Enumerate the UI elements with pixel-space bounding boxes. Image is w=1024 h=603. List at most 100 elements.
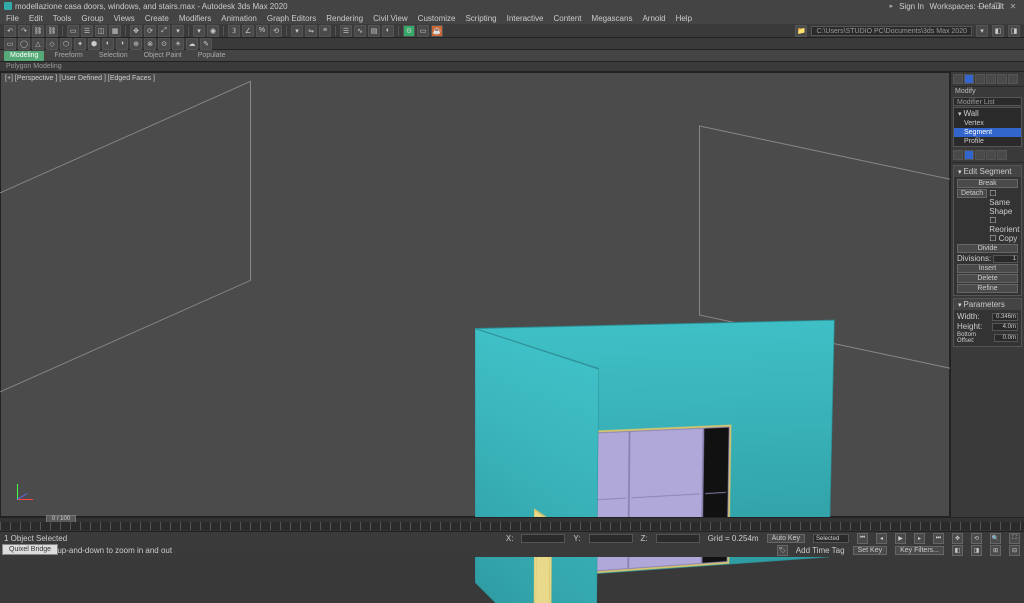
refcoord-icon[interactable]: ▾ (193, 25, 205, 37)
rollout-title[interactable]: ▾ Edit Segment (954, 166, 1021, 177)
t2-6-icon[interactable]: ✦ (74, 38, 86, 50)
viewport-label[interactable]: [+] [Perspective ] [User Defined ] [Edge… (5, 75, 155, 82)
pin-stack-icon[interactable] (953, 150, 963, 160)
t2-9-icon[interactable]: ◑ (116, 38, 128, 50)
signin-area[interactable]: ▸ Sign In (890, 0, 924, 12)
timeline-ruler[interactable] (0, 522, 1024, 530)
create-tab-icon[interactable] (953, 74, 963, 84)
nav-orbit-icon[interactable]: ⟲ (971, 533, 982, 544)
t2-13-icon[interactable]: ☀ (172, 38, 184, 50)
menu-file[interactable]: File (6, 14, 19, 23)
x-coord-input[interactable] (521, 534, 565, 543)
menu-rendering[interactable]: Rendering (326, 14, 363, 23)
detach-copy-checkbox[interactable]: ☐ Copy (989, 234, 1019, 243)
timetag-icon[interactable]: 🏷 (777, 545, 788, 556)
t2-8-icon[interactable]: ◐ (102, 38, 114, 50)
project-path[interactable]: C:\Users\STUDIO PC\Documents\3ds Max 202… (811, 26, 972, 36)
percent-snap-icon[interactable]: % (256, 25, 268, 37)
t2-1-icon[interactable]: ▭ (4, 38, 16, 50)
ribbon-panel-label[interactable]: Polygon Modeling (0, 62, 1024, 72)
path-dropdown-icon[interactable]: ▾ (976, 25, 988, 37)
nav2-3-icon[interactable]: ⊞ (990, 545, 1001, 556)
spinner-snap-icon[interactable]: ⟲ (270, 25, 282, 37)
configure-sets-icon[interactable] (997, 150, 1007, 160)
delete-button[interactable]: Delete (957, 274, 1018, 283)
insert-button[interactable]: Insert (957, 264, 1018, 273)
menu-tools[interactable]: Tools (53, 14, 72, 23)
curve-editor-icon[interactable]: ∿ (354, 25, 366, 37)
stack-subobj-profile[interactable]: Profile (954, 137, 1021, 146)
y-coord-input[interactable] (589, 534, 633, 543)
play-icon[interactable]: ▶ (895, 533, 906, 544)
redo-icon[interactable]: ↷ (18, 25, 30, 37)
move-icon[interactable]: ✥ (130, 25, 142, 37)
rotate-icon[interactable]: ⟳ (144, 25, 156, 37)
t2-11-icon[interactable]: ⊗ (144, 38, 156, 50)
scale-icon[interactable]: ⤢ (158, 25, 170, 37)
next-frame-icon[interactable]: ▸ (914, 533, 925, 544)
ribbon-tab-freeform[interactable]: Freeform (48, 51, 88, 61)
stack-subobj-vertex[interactable]: Vertex (954, 119, 1021, 128)
select-icon[interactable]: ▭ (67, 25, 79, 37)
modifier-list-dropdown[interactable]: Modifier List (953, 97, 1022, 106)
menu-content[interactable]: Content (554, 14, 582, 23)
display-tab-icon[interactable] (997, 74, 1007, 84)
t2-2-icon[interactable]: ◯ (18, 38, 30, 50)
window-crossing-icon[interactable]: ▦ (109, 25, 121, 37)
menu-civilview[interactable]: Civil View (373, 14, 408, 23)
detach-reorient-checkbox[interactable]: ☐ Reorient (989, 216, 1019, 234)
modify-tab-icon[interactable] (964, 74, 974, 84)
rollout-title[interactable]: ▾ Parameters (954, 299, 1021, 310)
menu-grapheditors[interactable]: Graph Editors (267, 14, 316, 23)
ribbon-tab-selection[interactable]: Selection (93, 51, 134, 61)
mirror-icon[interactable]: ⇋ (305, 25, 317, 37)
layer-icon[interactable]: ☰ (340, 25, 352, 37)
project-icon[interactable]: 📁 (795, 25, 807, 37)
t2-5-icon[interactable]: ⬡ (60, 38, 72, 50)
menu-arnold[interactable]: Arnold (642, 14, 665, 23)
angle-snap-icon[interactable]: ∠ (242, 25, 254, 37)
render-frame-icon[interactable]: ▭ (417, 25, 429, 37)
stack-subobj-segment[interactable]: Segment (954, 128, 1021, 137)
divide-button[interactable]: Divide (957, 244, 1018, 253)
prev-frame-icon[interactable]: ◂ (876, 533, 887, 544)
align-icon[interactable]: ≡ (319, 25, 331, 37)
nav-pan-icon[interactable]: ✥ (952, 533, 963, 544)
menu-megascans[interactable]: Megascans (592, 14, 633, 23)
undo-icon[interactable]: ↶ (4, 25, 16, 37)
workspace-selector[interactable]: Workspaces: Default (930, 0, 1004, 12)
width-spinner[interactable]: 0.346m (992, 313, 1018, 321)
menu-interactive[interactable]: Interactive (507, 14, 544, 23)
select-region-icon[interactable]: ◫ (95, 25, 107, 37)
placement-icon[interactable]: ▾ (172, 25, 184, 37)
menu-views[interactable]: Views (114, 14, 135, 23)
t2-4-icon[interactable]: ◇ (46, 38, 58, 50)
pivot-icon[interactable]: ◉ (207, 25, 219, 37)
motion-tab-icon[interactable] (986, 74, 996, 84)
modifier-stack[interactable]: ▾ Wall Vertex Segment Profile (953, 107, 1022, 147)
add-time-tag[interactable]: Add Time Tag (796, 546, 845, 555)
schematic-icon[interactable]: ▤ (368, 25, 380, 37)
perspective-viewport[interactable] (11, 83, 939, 506)
remove-mod-icon[interactable] (986, 150, 996, 160)
t2-12-icon[interactable]: ⊙ (158, 38, 170, 50)
nav2-1-icon[interactable]: ◧ (952, 545, 963, 556)
select-name-icon[interactable]: ☰ (81, 25, 93, 37)
link-icon[interactable]: ⛓ (32, 25, 44, 37)
menu-group[interactable]: Group (81, 14, 103, 23)
selected-filter[interactable]: Selected (813, 534, 849, 543)
track-bar[interactable]: 0 / 100 (0, 517, 1024, 531)
menu-edit[interactable]: Edit (29, 14, 43, 23)
height-spinner[interactable]: 4.0m (992, 323, 1018, 331)
nav-zoom-icon[interactable]: 🔍 (990, 533, 1001, 544)
material-icon[interactable]: ◐ (382, 25, 394, 37)
t2-10-icon[interactable]: ⊕ (130, 38, 142, 50)
nav2-2-icon[interactable]: ◨ (971, 545, 982, 556)
goto-start-icon[interactable]: ⏮ (857, 533, 868, 544)
stack-base-object[interactable]: ▾ Wall (954, 108, 1021, 119)
named-sel-icon[interactable]: ▾ (291, 25, 303, 37)
setkey-button[interactable]: Set Key (853, 546, 888, 555)
detach-same-shape-checkbox[interactable]: ☐ Same Shape (989, 189, 1019, 216)
maxscript-tab[interactable]: Quixel Bridge (2, 544, 58, 555)
divisions-spinner[interactable]: 1 (993, 255, 1018, 263)
